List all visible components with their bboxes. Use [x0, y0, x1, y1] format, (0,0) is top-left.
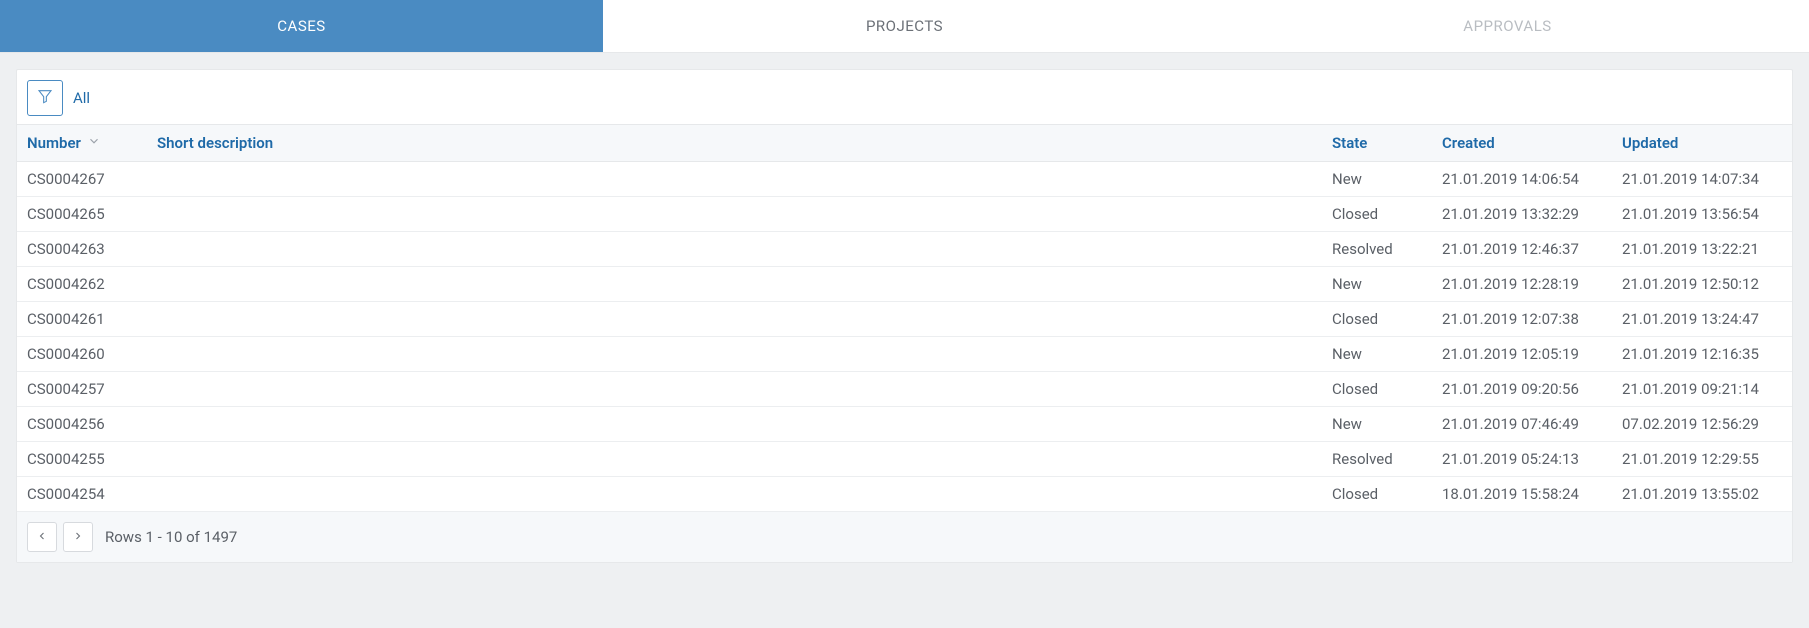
- cell-state: New: [1322, 407, 1432, 442]
- filter-icon: [37, 88, 53, 108]
- cell-short_description: [147, 372, 1322, 407]
- cell-updated: 21.01.2019 12:29:55: [1612, 442, 1792, 477]
- tab-bar: CASES PROJECTS APPROVALS: [0, 0, 1809, 53]
- cell-number: CS0004260: [17, 337, 147, 372]
- table-row[interactable]: CS0004263 Resolved21.01.2019 12:46:3721.0…: [17, 232, 1792, 267]
- filter-button[interactable]: [27, 80, 63, 116]
- table-row[interactable]: CS0004260 New21.01.2019 12:05:1921.01.201…: [17, 337, 1792, 372]
- cell-state: New: [1322, 162, 1432, 197]
- cell-state: Closed: [1322, 302, 1432, 337]
- cell-updated: 07.02.2019 12:56:29: [1612, 407, 1792, 442]
- cell-created: 21.01.2019 13:32:29: [1432, 197, 1612, 232]
- cell-number: CS0004261: [17, 302, 147, 337]
- tab-approvals[interactable]: APPROVALS: [1206, 0, 1809, 52]
- chevron-left-icon: [36, 528, 48, 546]
- column-header-created[interactable]: Created: [1432, 125, 1612, 162]
- column-header-number-label: Number: [27, 134, 81, 152]
- cell-short_description: [147, 302, 1322, 337]
- cell-created: 21.01.2019 12:07:38: [1432, 302, 1612, 337]
- column-header-state[interactable]: State: [1322, 125, 1432, 162]
- cell-updated: 21.01.2019 14:07:34: [1612, 162, 1792, 197]
- cell-short_description: [147, 197, 1322, 232]
- cell-short_description: [147, 407, 1322, 442]
- column-header-updated-label: Updated: [1622, 134, 1678, 152]
- cell-short_description: [147, 477, 1322, 512]
- table-row[interactable]: CS0004254 Closed18.01.2019 15:58:2421.01.…: [17, 477, 1792, 512]
- cell-updated: 21.01.2019 13:22:21: [1612, 232, 1792, 267]
- cell-state: New: [1322, 267, 1432, 302]
- cell-number: CS0004257: [17, 372, 147, 407]
- cell-state: Resolved: [1322, 232, 1432, 267]
- cell-short_description: [147, 232, 1322, 267]
- cell-short_description: [147, 442, 1322, 477]
- cell-created: 21.01.2019 14:06:54: [1432, 162, 1612, 197]
- pager: Rows 1 - 10 of 1497: [17, 512, 1792, 562]
- table-row[interactable]: CS0004267 New21.01.2019 14:06:5421.01.201…: [17, 162, 1792, 197]
- cases-table: Number Short description State Created: [17, 125, 1792, 512]
- cell-created: 21.01.2019 09:20:56: [1432, 372, 1612, 407]
- content-container: All Number Short description: [0, 53, 1809, 579]
- cell-number: CS0004254: [17, 477, 147, 512]
- cell-created: 21.01.2019 12:46:37: [1432, 232, 1612, 267]
- pager-next-button[interactable]: [63, 522, 93, 552]
- cell-created: 21.01.2019 07:46:49: [1432, 407, 1612, 442]
- cell-number: CS0004262: [17, 267, 147, 302]
- toolbar: All: [17, 70, 1792, 125]
- cell-state: Closed: [1322, 477, 1432, 512]
- cell-number: CS0004256: [17, 407, 147, 442]
- cell-updated: 21.01.2019 12:50:12: [1612, 267, 1792, 302]
- table-row[interactable]: CS0004257 Closed21.01.2019 09:20:5621.01.…: [17, 372, 1792, 407]
- cases-panel: All Number Short description: [16, 69, 1793, 563]
- column-header-short-description-label: Short description: [157, 134, 273, 152]
- column-header-short-description[interactable]: Short description: [147, 125, 1322, 162]
- cell-short_description: [147, 267, 1322, 302]
- pager-text: Rows 1 - 10 of 1497: [105, 528, 237, 546]
- chevron-right-icon: [72, 528, 84, 546]
- cell-number: CS0004267: [17, 162, 147, 197]
- table-row[interactable]: CS0004255 Resolved21.01.2019 05:24:1321.0…: [17, 442, 1792, 477]
- tab-projects[interactable]: PROJECTS: [603, 0, 1206, 52]
- cell-created: 18.01.2019 15:58:24: [1432, 477, 1612, 512]
- chevron-down-icon: [87, 134, 101, 152]
- column-header-state-label: State: [1332, 134, 1367, 152]
- tab-cases[interactable]: CASES: [0, 0, 603, 52]
- table-row[interactable]: CS0004262 New21.01.2019 12:28:1921.01.201…: [17, 267, 1792, 302]
- column-header-number[interactable]: Number: [17, 125, 147, 162]
- cell-state: Closed: [1322, 197, 1432, 232]
- cell-state: Closed: [1322, 372, 1432, 407]
- cell-number: CS0004265: [17, 197, 147, 232]
- column-header-updated[interactable]: Updated: [1612, 125, 1792, 162]
- cell-state: New: [1322, 337, 1432, 372]
- cell-updated: 21.01.2019 13:24:47: [1612, 302, 1792, 337]
- cell-state: Resolved: [1322, 442, 1432, 477]
- cell-short_description: [147, 337, 1322, 372]
- cell-updated: 21.01.2019 12:16:35: [1612, 337, 1792, 372]
- pager-prev-button[interactable]: [27, 522, 57, 552]
- table-row[interactable]: CS0004261 Closed21.01.2019 12:07:3821.01.…: [17, 302, 1792, 337]
- cell-short_description: [147, 162, 1322, 197]
- column-header-created-label: Created: [1442, 134, 1495, 152]
- filter-label[interactable]: All: [73, 89, 90, 107]
- cell-created: 21.01.2019 12:28:19: [1432, 267, 1612, 302]
- cell-created: 21.01.2019 05:24:13: [1432, 442, 1612, 477]
- table-row[interactable]: CS0004265 Closed21.01.2019 13:32:2921.01.…: [17, 197, 1792, 232]
- cell-number: CS0004263: [17, 232, 147, 267]
- table-row[interactable]: CS0004256 New21.01.2019 07:46:4907.02.201…: [17, 407, 1792, 442]
- cell-number: CS0004255: [17, 442, 147, 477]
- cell-updated: 21.01.2019 09:21:14: [1612, 372, 1792, 407]
- cell-updated: 21.01.2019 13:55:02: [1612, 477, 1792, 512]
- cell-created: 21.01.2019 12:05:19: [1432, 337, 1612, 372]
- cell-updated: 21.01.2019 13:56:54: [1612, 197, 1792, 232]
